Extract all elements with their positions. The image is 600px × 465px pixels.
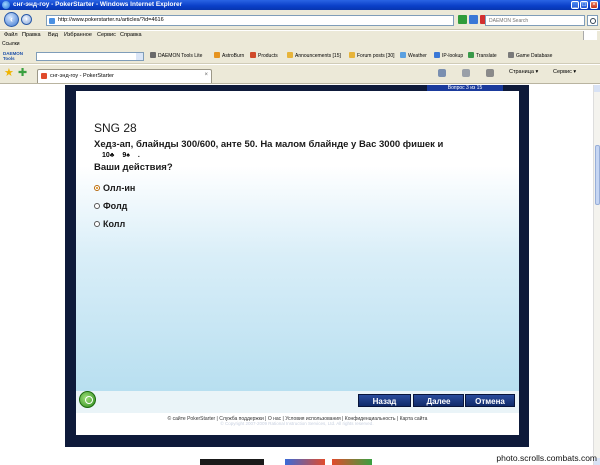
- game-database-icon: [508, 52, 514, 58]
- toolbar-translate[interactable]: Translate: [468, 52, 497, 59]
- page-menu[interactable]: Страница ▾: [509, 69, 538, 75]
- rss-icon[interactable]: [462, 69, 470, 77]
- scroll-up-icon[interactable]: [594, 85, 600, 92]
- products-icon: [250, 52, 256, 58]
- refresh-icon[interactable]: [469, 15, 478, 24]
- daemon-logo: DAEMON Tools: [3, 51, 23, 61]
- windows-flag-icon: [583, 31, 597, 40]
- ie-icon: [2, 1, 10, 9]
- quiz-title: SNG 28: [94, 121, 137, 135]
- pokerstarter-logo-icon: [79, 391, 96, 408]
- toolbar-announcements[interactable]: Announcements [15]: [287, 52, 341, 59]
- search-icon[interactable]: [587, 15, 598, 26]
- quiz-frame: Вопрос 3 из 15 SNG 28 Хедз-ап, блайнды 3…: [65, 85, 529, 447]
- page-menu-label: Страница: [509, 69, 534, 75]
- quiz-panel: SNG 28 Хедз-ап, блайнды 300/600, анте 50…: [76, 91, 519, 391]
- translate-icon: [468, 52, 474, 58]
- announcements-icon: [287, 52, 293, 58]
- copyright-text: © Copyright 2007-2009 Rational Instructi…: [220, 421, 374, 426]
- ip-lookup-icon: [434, 52, 440, 58]
- window-title: снг-энд-гоу - PokerStarter - Windows Int…: [13, 1, 183, 8]
- address-bar: ‹ › http://www.pokerstarter.ru/articles/…: [0, 10, 600, 30]
- card-1: 10♣: [102, 152, 115, 159]
- radio[interactable]: [94, 203, 100, 209]
- tools-menu[interactable]: Сервис ▾: [553, 69, 576, 75]
- toolbar-astroburn[interactable]: AstroBurn: [214, 52, 244, 59]
- page-icon: [49, 18, 55, 24]
- question-text: Хедз-ап, блайнды 300/600, анте 50. На ма…: [94, 139, 444, 150]
- tab-pokerstarter[interactable]: снг-энд-гоу - PokerStarter ×: [37, 69, 212, 83]
- option-call[interactable]: Колл: [94, 219, 125, 229]
- menu-file[interactable]: Файл: [4, 32, 18, 38]
- tab-row: ★ ✚ снг-энд-гоу - PokerStarter × Страниц…: [0, 65, 600, 84]
- links-label[interactable]: Ссылки: [2, 41, 20, 47]
- maximize-button[interactable]: □: [580, 1, 588, 9]
- toolbar-products[interactable]: Products: [250, 52, 278, 59]
- home-icon[interactable]: [438, 69, 446, 77]
- chevron-down-icon[interactable]: [136, 53, 143, 60]
- favorites-star-icon[interactable]: ★: [4, 68, 14, 79]
- option-all-in[interactable]: Олл-ин: [94, 183, 135, 193]
- url-text: http://www.pokerstarter.ru/articles/?id=…: [58, 17, 164, 23]
- print-icon[interactable]: [486, 69, 494, 77]
- astroburn-icon: [214, 52, 220, 58]
- forward-icon[interactable]: ›: [21, 14, 32, 25]
- question-prompt: Ваши действия?: [94, 162, 173, 173]
- go-icon[interactable]: [458, 15, 467, 24]
- links-bar: Ссылки: [0, 41, 600, 49]
- menu-help[interactable]: Справка: [120, 32, 142, 38]
- scroll-thumb[interactable]: [595, 145, 600, 205]
- forum-icon: [349, 52, 355, 58]
- menu-view[interactable]: Вид: [48, 32, 58, 38]
- site-favicon-icon: [41, 73, 47, 79]
- card-period: .: [137, 152, 140, 159]
- hole-cards: 10♣ 9♠ .: [102, 152, 146, 159]
- close-button[interactable]: ×: [590, 1, 598, 9]
- daemon-icon: [150, 52, 156, 58]
- next-button[interactable]: Далее: [413, 394, 464, 407]
- window-titlebar: снг-энд-гоу - PokerStarter - Windows Int…: [0, 0, 600, 10]
- menu-tools[interactable]: Сервис: [97, 32, 116, 38]
- radio[interactable]: [94, 221, 100, 227]
- tab-close-icon[interactable]: ×: [204, 72, 208, 78]
- add-favorites-icon[interactable]: ✚: [18, 68, 27, 79]
- menu-favorites[interactable]: Избранное: [64, 32, 92, 38]
- menu-edit[interactable]: Правка: [22, 32, 41, 38]
- search-input[interactable]: [486, 16, 580, 25]
- banner-2[interactable]: [285, 459, 325, 465]
- toolbar-forum-posts[interactable]: Forum posts [30]: [349, 52, 395, 59]
- quiz-bottom-bar: Назад Далее Отмена: [76, 391, 519, 413]
- toolbar-daemon-tools-lite[interactable]: DAEMON Tools Lite: [150, 52, 202, 59]
- page-content: Вопрос 3 из 15 SNG 28 Хедз-ап, блайнды 3…: [0, 85, 593, 465]
- back-button[interactable]: Назад: [358, 394, 411, 407]
- daemon-toolbar: DAEMON Tools DAEMON Tools Lite AstroBurn…: [0, 49, 600, 64]
- minimize-button[interactable]: _: [571, 1, 579, 9]
- url-field[interactable]: http://www.pokerstarter.ru/articles/?id=…: [46, 15, 454, 26]
- toolbar-weather[interactable]: Weather: [400, 52, 427, 59]
- vertical-scrollbar[interactable]: [593, 85, 600, 465]
- menu-bar: Файл Правка Вид Избранное Сервис Справка: [0, 31, 600, 41]
- toolbar-game-database[interactable]: Game Database: [508, 52, 552, 59]
- tab-label: снг-энд-гоу - PokerStarter: [50, 73, 114, 79]
- watermark: photo.scrolls.combats.com: [496, 453, 597, 463]
- banner-3[interactable]: [332, 459, 372, 465]
- card-2: 9♠: [122, 152, 130, 159]
- radio-selected[interactable]: [94, 185, 100, 191]
- toolbar-ip-lookup[interactable]: IP-lookup: [434, 52, 463, 59]
- option-fold[interactable]: Фолд: [94, 201, 127, 211]
- pokerstars-banner[interactable]: [200, 459, 264, 465]
- toolbar-search-combo[interactable]: [36, 52, 144, 61]
- weather-icon: [400, 52, 406, 58]
- tools-menu-label: Сервис: [553, 69, 572, 75]
- search-field[interactable]: [485, 15, 585, 26]
- back-icon[interactable]: ‹: [4, 12, 19, 27]
- cancel-button[interactable]: Отмена: [465, 394, 515, 407]
